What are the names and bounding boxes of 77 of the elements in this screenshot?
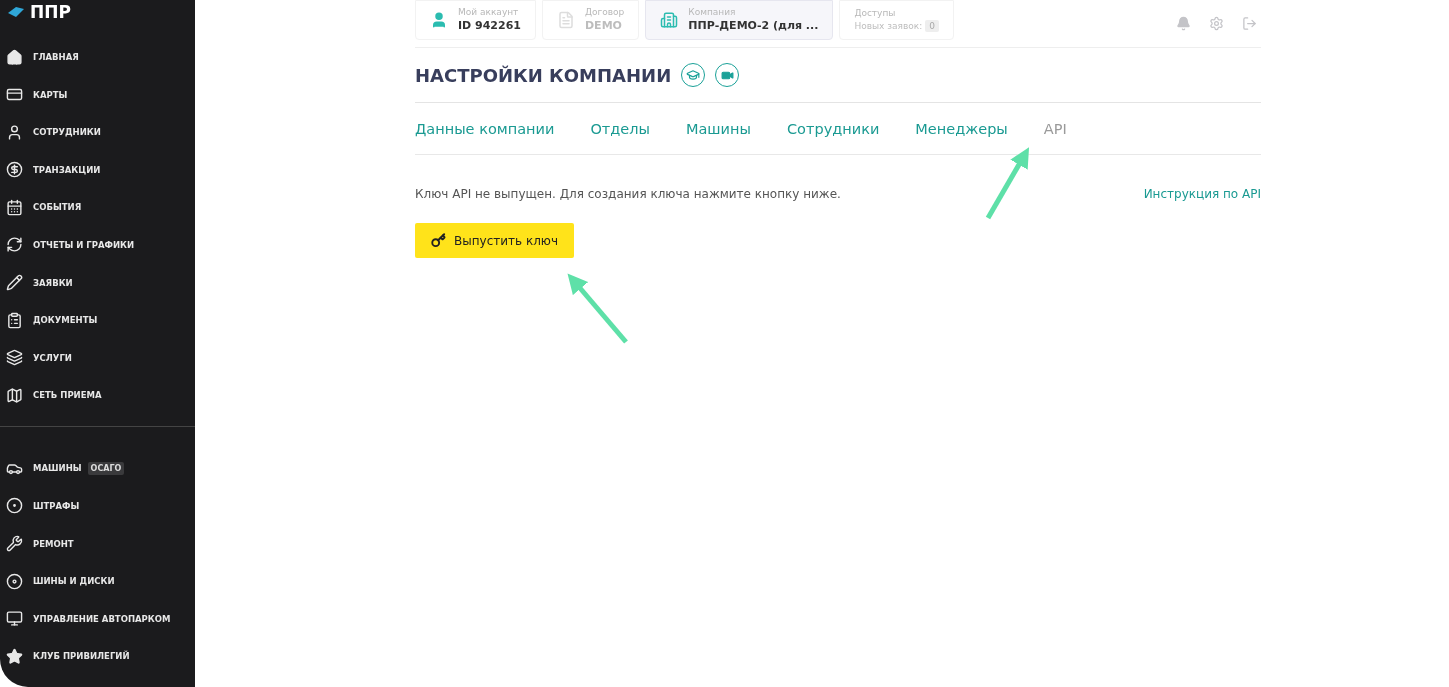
card-caption: Мой аккаунт [458, 7, 520, 17]
settings-icon[interactable] [1209, 16, 1224, 31]
tab[interactable]: Сотрудники [787, 120, 880, 137]
sidebar-label: ГЛАВНАЯ [33, 52, 79, 62]
sidebar-label: УПРАВЛЕНИЕ АВТОПАРКОМ [33, 613, 171, 624]
sidebar-item[interactable]: ОТЧЕТЫ И ГРАФИКИ [6, 233, 195, 256]
user-icon [430, 10, 448, 29]
sidebar-item[interactable]: УПРАВЛЕНИЕ АВТОПАРКОМ [6, 607, 195, 630]
sidebar-label: ЗАЯВКИ [33, 277, 73, 288]
logo-icon [8, 7, 24, 17]
coin-icon [6, 161, 23, 179]
tab[interactable]: Данные компании [415, 120, 555, 137]
sidebar-item[interactable]: РЕМОНТ [6, 532, 195, 555]
sidebar-label: СОБЫТИЯ [33, 202, 82, 213]
sidebar-item[interactable]: ГЛАВНАЯ [6, 46, 195, 68]
monitor-icon [6, 610, 23, 628]
sidebar-label: ШТРАФЫ [33, 500, 80, 511]
sidebar-item[interactable]: МАШИНЫ ОСАГО [6, 457, 195, 480]
page-title: НАСТРОЙКИ КОМПАНИИ [415, 64, 672, 86]
layers-icon [6, 349, 23, 367]
sidebar-item[interactable]: ДОКУМЕНТЫ [6, 309, 195, 332]
sidebar-label: КЛУБ ПРИВИЛЕГИЙ [33, 651, 130, 662]
arrow [567, 273, 628, 344]
issue-key-button[interactable]: Выпустить ключ [415, 223, 574, 258]
card-value: DEMO [585, 19, 622, 32]
card-caption: Договор [585, 7, 625, 17]
video-button[interactable] [715, 63, 740, 87]
info-message: Ключ API не выпущен. Для создания ключа нажмите кнопку ниже. [415, 187, 841, 201]
star-icon [6, 647, 23, 665]
circle-arrows-icon [6, 236, 23, 254]
sidebar-item[interactable]: ТРАНЗАКЦИИ [6, 158, 195, 181]
sidebar-label: ДОКУМЕНТЫ [33, 315, 98, 326]
tutorial-button[interactable] [681, 63, 706, 87]
key-icon [431, 233, 446, 248]
card-value: Новых заявок: [854, 20, 923, 31]
logout-icon[interactable] [1242, 16, 1257, 31]
user-icon [6, 123, 23, 141]
sidebar-item[interactable]: ШТРАФЫ [6, 494, 195, 517]
help-link[interactable]: Инструкция по API [1143, 187, 1261, 201]
document-icon [557, 10, 575, 29]
sidebar-label: МАШИНЫ [33, 463, 82, 474]
wheel-icon [6, 572, 23, 590]
sidebar-item[interactable]: СОБЫТИЯ [6, 196, 195, 219]
sidebar-label: СЕТЬ ПРИЕМА [33, 390, 102, 401]
graduation-cap-icon [686, 68, 701, 82]
map-icon [6, 386, 23, 404]
card-caption: Компания [688, 7, 737, 17]
building-icon [660, 10, 679, 29]
sidebar-item[interactable]: УСЛУГИ [6, 346, 195, 369]
card-value: ID 942261 [458, 19, 521, 32]
sidebar-item[interactable]: ШИНЫ И ДИСКИ [6, 570, 195, 593]
clipboard-icon [6, 311, 23, 329]
card-caption: Доступы [854, 7, 897, 18]
sidebar-badge: ОСАГО [87, 461, 125, 475]
sidebar-label: УСЛУГИ [33, 352, 72, 363]
sidebar-label: ТРАНЗАКЦИИ [33, 164, 101, 175]
pencil-icon [6, 274, 23, 292]
sidebar-label: КАРТЫ [33, 89, 68, 100]
sidebar-label: ОТЧЕТЫ И ГРАФИКИ [33, 239, 135, 250]
sidebar-item[interactable]: КАРТЫ [6, 83, 195, 106]
sidebar-item[interactable]: СЕТЬ ПРИЕМА [6, 384, 195, 407]
sidebar-item[interactable]: КЛУБ ПРИВИЛЕГИЙ [6, 645, 195, 668]
tab[interactable]: Менеджеры [915, 120, 1008, 137]
wrench-icon [6, 535, 23, 553]
home-icon [6, 48, 23, 66]
header-card[interactable]: Мой аккаунт ID 942261 [415, 0, 536, 40]
card-value: ППР-ДЕМО-2 (для ... [688, 19, 819, 32]
count-badge: 0 [925, 19, 939, 32]
calendar-icon [6, 198, 23, 216]
sidebar-item[interactable]: СОТРУДНИКИ [6, 121, 195, 144]
sidebar-item[interactable]: ЗАЯВКИ [6, 271, 195, 294]
bell-icon[interactable] [1176, 16, 1191, 31]
logo: ППР [30, 2, 71, 22]
sidebar-label: ШИНЫ И ДИСКИ [33, 576, 115, 587]
sidebar-label: РЕМОНТ [33, 538, 74, 549]
sidebar-label: СОТРУДНИКИ [33, 127, 101, 138]
header-card[interactable]: Компания ППР-ДЕМО-2 (для ... [645, 0, 834, 40]
